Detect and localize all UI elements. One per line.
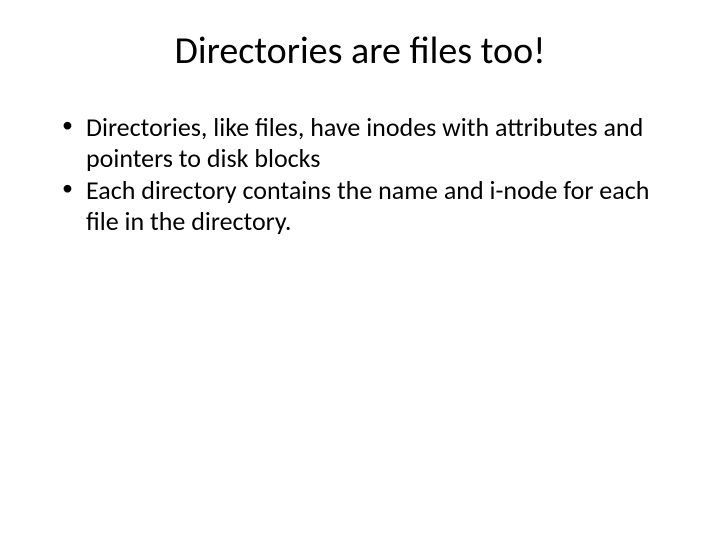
list-item: Directories, like files, have inodes wit… [58, 112, 670, 173]
slide: Directories are files too! Directories, … [0, 0, 720, 540]
list-item: Each directory contains the name and i-n… [58, 175, 670, 236]
bullet-list: Directories, like files, have inodes wit… [50, 112, 670, 237]
slide-title: Directories are files too! [50, 28, 670, 74]
